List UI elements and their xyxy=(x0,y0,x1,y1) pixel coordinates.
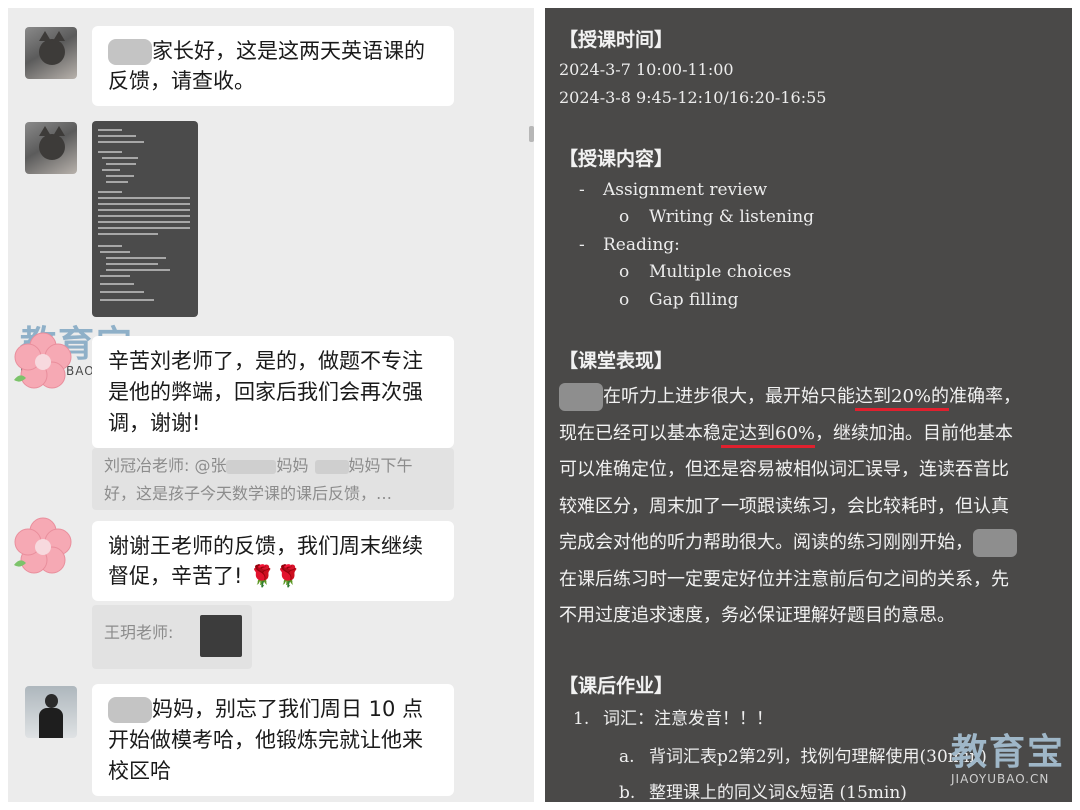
section-heading-content: 【授课内容】 xyxy=(559,148,674,170)
chat-panel: 家长好，这是这两天英语课的 反馈，请查收。 教育宝 JIAOYUBAO.CN 辛… xyxy=(8,8,534,802)
section-heading-performance: 【课堂表现】 xyxy=(559,350,674,372)
underlined-text: 达到20%的 xyxy=(855,386,950,411)
section-heading-homework: 【课后作业】 xyxy=(559,675,674,697)
message-text: 是他的弊端，回家后我们会再次强 xyxy=(108,380,423,404)
chat-message-bubble[interactable]: 辛苦刘老师了，是的，做题不专注 是他的弊端，回家后我们会再次强 调，谢谢! xyxy=(92,336,454,448)
content-subitem: Multiple choices xyxy=(649,262,792,282)
blurred-name xyxy=(314,459,349,474)
content-item: Reading: xyxy=(603,235,680,255)
section-heading-time: 【授课时间】 xyxy=(559,29,674,51)
performance-paragraph: 在听力上进步很大，最开始只能达到20%的准确率， 现在已经可以基本稳定达到60%… xyxy=(559,379,1057,635)
blurred-name xyxy=(226,459,277,474)
class-time-2: 2024-3-8 9:45-12:10/16:20-16:55 xyxy=(559,88,827,107)
flower-avatar-icon[interactable] xyxy=(10,328,76,394)
content-subitem: Writing & listening xyxy=(649,207,815,227)
message-text: 家长好，这是这两天英语课的 xyxy=(152,39,425,63)
message-text: 谢谢王老师的反馈，我们周末继续 xyxy=(108,534,423,558)
content-subitem: Gap filling xyxy=(649,290,739,310)
bullet-dash: - xyxy=(579,180,585,200)
bullet-dash: - xyxy=(579,235,585,255)
bullet-circle: o xyxy=(619,262,630,282)
quoted-message[interactable]: 王玥老师: xyxy=(92,605,252,669)
chat-message-bubble[interactable]: 妈妈，别忘了我们周日 10 点 开始做模考哈，他锻炼完就让他来 校区哈 xyxy=(92,684,454,796)
message-text: 反馈，请查收。 xyxy=(108,69,255,93)
class-time-1: 2024-3-7 10:00-11:00 xyxy=(559,60,734,79)
document-image-thumbnail[interactable] xyxy=(92,121,198,317)
message-text: 开始做模考哈，他锻炼完就让他来 xyxy=(108,728,423,752)
blurred-name xyxy=(973,529,1017,557)
scrollbar-thumb[interactable] xyxy=(529,126,534,142)
bullet-circle: o xyxy=(619,207,630,227)
homework-item: 词汇：注意发音！！！ xyxy=(603,709,773,729)
homework-subitem: 整理课上的同义词&短语 (15min) xyxy=(649,783,907,802)
message-text: 校区哈 xyxy=(108,759,171,783)
chat-message-bubble[interactable]: 家长好，这是这两天英语课的 反馈，请查收。 xyxy=(92,26,454,106)
chat-message-bubble[interactable]: 谢谢王老师的反馈，我们周末继续 督促，辛苦了! 🌹🌹 xyxy=(92,521,454,601)
feedback-document: 【授课时间】 2024-3-7 10:00-11:00 2024-3-8 9:4… xyxy=(545,8,1072,802)
message-text: 辛苦刘老师了，是的，做题不专注 xyxy=(108,349,423,373)
homework-letter: b. xyxy=(619,783,636,802)
content-item: Assignment review xyxy=(603,180,768,200)
message-text: 调，谢谢! xyxy=(108,411,201,435)
quoted-image-thumbnail[interactable] xyxy=(200,615,242,657)
avatar[interactable] xyxy=(25,686,77,738)
blurred-name xyxy=(108,39,152,65)
underlined-text: 定达到60% xyxy=(721,422,816,448)
blurred-name xyxy=(559,383,603,411)
blurred-name xyxy=(108,697,152,723)
message-text: 督促，辛苦了! 🌹🌹 xyxy=(108,564,302,588)
avatar[interactable] xyxy=(25,27,77,79)
homework-subitem: 背词汇表p2第2列，找例句理解使用(30min) xyxy=(649,747,987,767)
homework-number: 1. xyxy=(573,709,590,729)
bullet-circle: o xyxy=(619,290,630,310)
avatar[interactable] xyxy=(25,122,77,174)
homework-letter: a. xyxy=(619,747,635,767)
quoted-message[interactable]: 刘冠冶老师: @张 妈妈 妈妈下午 好，这是孩子今天数学课的课后反馈，… xyxy=(92,448,454,510)
watermark-logo: 教育宝 JIAOYUBAO.CN xyxy=(951,732,1066,787)
message-text: 妈妈，别忘了我们周日 10 点 xyxy=(152,697,424,721)
flower-avatar-icon[interactable] xyxy=(10,513,76,579)
